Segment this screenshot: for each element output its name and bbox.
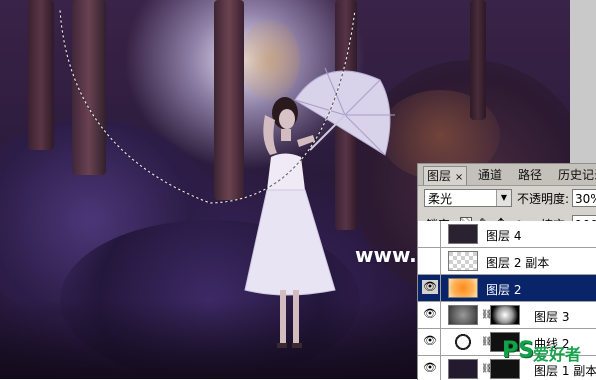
layer-thumbnail	[448, 359, 478, 379]
blend-mode-value: 柔光	[428, 192, 453, 206]
ps-logo-text: 爱好者	[533, 345, 582, 364]
layer-name: 图层 2	[486, 283, 522, 297]
eye-column-divider	[440, 329, 441, 356]
layer-thumbnail	[448, 278, 478, 298]
layer-thumbnail	[448, 251, 478, 271]
tab-layers[interactable]: 图层 ×	[423, 166, 468, 185]
blend-row: 柔光 ▼ 不透明度: 30%	[418, 188, 596, 210]
layer-name: 图层 2 副本	[486, 256, 550, 270]
opacity-label: 不透明度:	[517, 192, 570, 206]
layer-thumbnail	[448, 224, 478, 244]
tab-channels[interactable]: 通道	[475, 166, 505, 184]
eye-column-divider	[440, 302, 441, 329]
tab-history[interactable]: 历史记录	[555, 166, 596, 184]
eye-icon[interactable]: 👁︎	[422, 307, 438, 321]
eye-column-divider	[440, 248, 441, 275]
opacity-input[interactable]: 30%	[572, 189, 596, 207]
chain-icon[interactable]: ⛓︎	[481, 363, 492, 375]
tab-layers-label: 图层	[427, 169, 452, 183]
eye-column-divider	[440, 356, 441, 380]
ps-logo-mark: PS	[502, 338, 534, 363]
tab-paths[interactable]: 路径	[515, 166, 545, 184]
layer-mask-thumbnail[interactable]	[490, 305, 520, 325]
curves-adjustment-icon	[448, 332, 478, 352]
eye-column-divider	[440, 221, 441, 248]
layer-thumbnail	[448, 305, 478, 325]
eye-icon[interactable]: 👁︎	[422, 334, 438, 348]
layer-row[interactable]: 👁︎ ⛓︎ 图层 3	[418, 302, 596, 329]
chain-icon[interactable]: ⛓︎	[481, 336, 492, 348]
layer-row[interactable]: 图层 4	[418, 221, 596, 248]
eye-column-divider	[440, 275, 441, 302]
dropdown-arrow-icon[interactable]: ▼	[496, 190, 511, 206]
eye-icon[interactable]: 👁︎	[422, 280, 438, 294]
tab-close-icon[interactable]: ×	[455, 172, 463, 183]
chain-icon[interactable]: ⛓︎	[481, 309, 492, 321]
eye-icon[interactable]: 👁︎	[422, 361, 438, 375]
layer-row[interactable]: 图层 2 副本	[418, 248, 596, 275]
layer-name: 图层 4	[486, 229, 522, 243]
layer-name: 图层 3	[534, 310, 570, 324]
layer-row-selected[interactable]: 👁︎ 图层 2	[418, 275, 596, 302]
blend-mode-select[interactable]: 柔光 ▼	[424, 189, 512, 207]
panel-tabs: 图层 × 通道 路径 历史记录	[418, 164, 596, 186]
